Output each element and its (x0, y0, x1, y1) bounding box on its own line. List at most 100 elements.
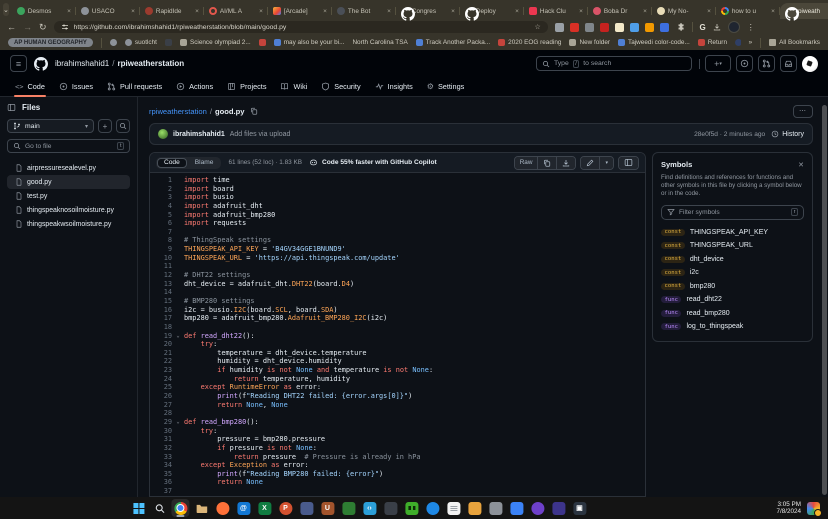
taskbar-outlook-icon[interactable]: @ (234, 499, 252, 517)
line-number[interactable]: 16 (150, 306, 172, 315)
taskbar-app-green-square-icon[interactable] (339, 499, 357, 517)
taskbar-app-brown-icon[interactable]: U (318, 499, 336, 517)
symbol-item[interactable]: funcread_bmp280 (661, 307, 804, 321)
code-line[interactable]: 6import requests (150, 219, 645, 228)
raw-button[interactable]: Raw (515, 157, 538, 169)
browser-menu-icon[interactable]: ⋮ (747, 23, 755, 32)
go-to-file-input[interactable]: Go to file t (7, 139, 130, 153)
bookmark-item[interactable]: North Carolina TSA (352, 39, 407, 46)
taskbar-excel-icon[interactable]: X (255, 499, 273, 517)
extensions-puzzle-icon[interactable] (676, 23, 685, 32)
code-line[interactable]: 20 try: (150, 340, 645, 349)
symbol-item[interactable]: constTHINGSPEAK_API_KEY (661, 226, 804, 240)
reload-icon[interactable]: ↻ (39, 23, 47, 32)
line-number[interactable]: 10 (150, 254, 172, 263)
symbol-item[interactable]: consti2c (661, 266, 804, 280)
ext-card-icon[interactable] (615, 23, 624, 32)
browser-tab[interactable]: Desmos× (12, 3, 76, 19)
file-tree-item[interactable]: test.py (7, 189, 130, 203)
code-line[interactable]: 12# DHT22 settings (150, 271, 645, 280)
tab-close-icon[interactable]: × (131, 8, 135, 15)
edit-pencil-icon[interactable] (581, 157, 599, 169)
symbol-item[interactable]: funcread_dht22 (661, 293, 804, 307)
code-line[interactable]: 5import adafruit_bmp280 (150, 211, 645, 220)
tab-close-icon[interactable]: × (195, 8, 199, 15)
bookmark-item[interactable] (259, 39, 266, 46)
code-line[interactable]: 19⌄def read_dht22(): (150, 332, 645, 341)
browser-tab[interactable]: Deploy× (460, 3, 524, 19)
code-line[interactable]: 22 humidity = dht_device.humidity (150, 357, 645, 366)
repo-tab-actions[interactable]: Actions (169, 77, 220, 96)
line-number[interactable]: 13 (150, 280, 172, 289)
code-line[interactable]: 3import busio (150, 193, 645, 202)
line-number[interactable]: 25 (150, 383, 172, 392)
bookmark-item[interactable] (110, 39, 117, 46)
site-info-icon[interactable] (61, 23, 69, 31)
line-number[interactable]: 20 (150, 340, 172, 349)
code-line[interactable]: 27 return None, None (150, 401, 645, 410)
line-number[interactable]: 17 (150, 314, 172, 323)
repo-tab-wiki[interactable]: Wiki (273, 77, 314, 96)
line-number[interactable]: 1 (150, 176, 172, 185)
tab-close-icon[interactable]: × (259, 8, 263, 15)
code-line[interactable]: 11 (150, 262, 645, 271)
repo-tab-projects[interactable]: Projects (220, 77, 273, 96)
code-line[interactable]: 4import adafruit_dht (150, 202, 645, 211)
line-number[interactable]: 3 (150, 193, 172, 202)
symbol-item[interactable]: constbmp280 (661, 280, 804, 294)
code-line[interactable]: 31 pressure = bmp280.pressure (150, 435, 645, 444)
browser-tab[interactable]: Hack Clu× (524, 3, 588, 19)
repo-tab-insights[interactable]: Insights (368, 77, 420, 96)
all-bookmarks-button[interactable]: All Bookmarks (769, 39, 820, 46)
tab-close-icon[interactable]: × (387, 8, 391, 15)
line-number[interactable]: 28 (150, 409, 172, 418)
taskbar-powerpoint-icon[interactable]: P (276, 499, 294, 517)
line-number[interactable]: 29 (150, 418, 172, 427)
line-number[interactable]: 34 (150, 461, 172, 470)
download-file-icon[interactable] (556, 157, 575, 169)
close-icon[interactable]: ✕ (798, 161, 804, 169)
bookmark-item[interactable]: Science olympiad 2... (180, 39, 251, 46)
taskbar-taskbar-search-icon[interactable] (150, 499, 168, 517)
filter-symbols-input[interactable]: Filter symbols r (661, 205, 804, 220)
file-more-options-button[interactable]: ⋯ (793, 105, 813, 118)
taskbar-vscode-icon[interactable]: ‹› (360, 499, 378, 517)
file-tree-item[interactable]: thingspeaknosoilmoisture.py (7, 203, 130, 217)
commit-author-avatar[interactable] (158, 129, 168, 139)
code-line[interactable]: 16i2c = busio.I2C(board.SCL, board.SDA) (150, 306, 645, 315)
owner-link[interactable]: ibrahimshahid1 (55, 59, 109, 68)
tab-close-icon[interactable]: × (515, 8, 519, 15)
search-files-button[interactable] (116, 119, 130, 133)
browser-profile-avatar[interactable] (728, 21, 740, 33)
code-line[interactable]: 24 return temperature, humidity (150, 375, 645, 384)
repo-tab-pull-requests[interactable]: Pull requests (100, 77, 169, 96)
taskbar-clock[interactable]: 3:05 PM 7/8/2024 (776, 501, 801, 516)
browser-tab[interactable]: rpiweath× (780, 3, 828, 19)
browser-tab[interactable]: The Bot× (332, 3, 396, 19)
repo-tab-issues[interactable]: Issues (52, 77, 100, 96)
file-tree-item[interactable]: good.py (7, 175, 130, 189)
line-number[interactable]: 23 (150, 366, 172, 375)
notification-icon[interactable] (807, 502, 820, 515)
bookmark-item[interactable]: may also be your bi... (274, 39, 345, 46)
taskbar-chrome-icon[interactable] (171, 499, 189, 517)
repo-tab-security[interactable]: Security (314, 77, 367, 96)
code-line[interactable]: 1import time (150, 176, 645, 185)
line-number[interactable]: 32 (150, 444, 172, 453)
code-line[interactable]: 28 (150, 409, 645, 418)
downloads-icon[interactable] (713, 23, 721, 31)
file-tree-item[interactable]: thingspeakwsoilmoisture.py (7, 217, 130, 231)
commit-sha-time[interactable]: 28e0f5d · 2 minutes ago (694, 131, 765, 138)
code-line[interactable]: 2import board (150, 185, 645, 194)
tab-close-icon[interactable]: × (707, 8, 711, 15)
tab-close-icon[interactable]: × (643, 8, 647, 15)
line-number[interactable]: 14 (150, 288, 172, 297)
issues-icon[interactable] (736, 55, 753, 72)
repo-tab-code[interactable]: <>Code (8, 77, 52, 96)
code-line[interactable]: 33 return pressure # Pressure is already… (150, 453, 645, 462)
github-search-input[interactable]: Type / to search (536, 56, 692, 71)
bookmark-item[interactable]: Surah Waqiah : Liste... (735, 39, 741, 46)
ext-red-icon[interactable] (600, 23, 609, 32)
code-line[interactable]: 13dht_device = adafruit_dht.DHT22(board.… (150, 280, 645, 289)
file-tree-item[interactable]: airpressuresealevel.py (7, 161, 130, 175)
